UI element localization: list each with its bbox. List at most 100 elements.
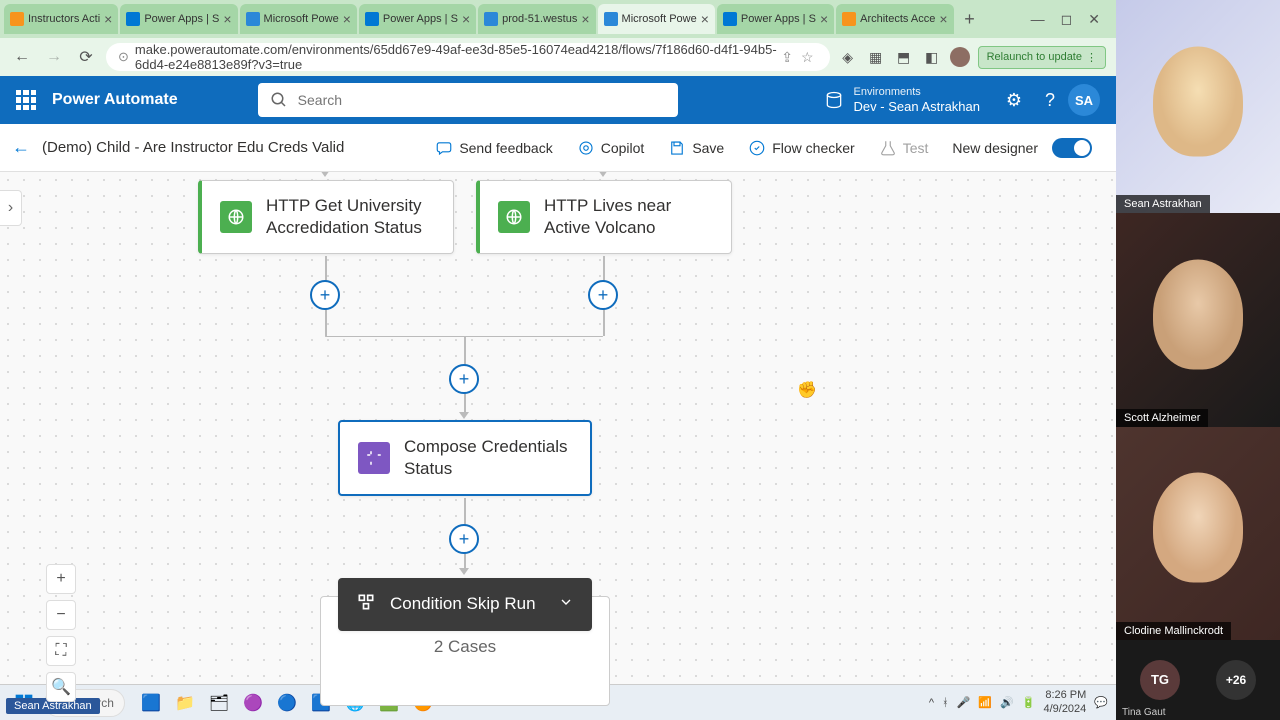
participant-name: Scott Alzheimer	[1116, 409, 1208, 427]
browser-tab[interactable]: Microsoft Powe×	[240, 4, 357, 34]
chevron-down-icon[interactable]	[558, 594, 574, 615]
minimize-icon[interactable]: —	[1031, 11, 1045, 28]
profile-avatar[interactable]	[950, 47, 970, 67]
participant-name: Tina Gaut	[1122, 707, 1166, 718]
close-icon[interactable]: ×	[939, 11, 947, 27]
wifi-icon[interactable]: 📶	[978, 696, 992, 709]
search-icon	[270, 91, 288, 109]
node-label: Condition Skip Run	[390, 593, 536, 615]
extension-icon[interactable]: ◧	[922, 47, 942, 67]
back-button[interactable]: ←	[12, 137, 30, 158]
help-icon[interactable]: ?	[1032, 82, 1068, 118]
compose-icon	[358, 442, 390, 474]
close-icon[interactable]: ×	[701, 11, 709, 27]
taskbar-app-icon[interactable]: 🔵	[273, 689, 301, 717]
flow-node-http[interactable]: HTTP Get University Accredidation Status	[198, 180, 454, 254]
share-icon[interactable]: ⇪	[777, 49, 797, 66]
new-tab-button[interactable]: +	[956, 5, 984, 33]
taskbar-app-icon[interactable]: 📁	[171, 689, 199, 717]
browser-tab-strip: Instructors Acti× Power Apps | S× Micros…	[0, 0, 1116, 38]
back-icon[interactable]: ←	[10, 45, 34, 69]
search-box[interactable]	[258, 83, 678, 117]
video-tile[interactable]: Sean Astrakhan	[1116, 0, 1280, 213]
app-header: Power Automate Environments Dev - Sean A…	[0, 76, 1116, 124]
database-icon	[824, 90, 844, 110]
volume-icon[interactable]: 🔊	[1000, 696, 1014, 709]
add-step-button[interactable]: +	[588, 280, 618, 310]
browser-toolbar: ← → ⟳ ⊙ make.powerautomate.com/environme…	[0, 38, 1116, 76]
environment-picker[interactable]: Environments Dev - Sean Astrakhan	[824, 86, 980, 115]
fit-button[interactable]: ⛶	[46, 636, 76, 666]
extension-icon[interactable]: ▦	[866, 47, 886, 67]
app-launcher-icon[interactable]	[16, 90, 36, 110]
notification-icon[interactable]: 💬	[1094, 696, 1108, 709]
grab-cursor-icon: ✊	[797, 380, 817, 400]
battery-icon[interactable]: 🔋	[1022, 696, 1036, 709]
zoom-in-button[interactable]: +	[46, 564, 76, 594]
browser-tab[interactable]: Architects Acce×	[836, 4, 953, 34]
forward-icon[interactable]: →	[42, 45, 66, 69]
browser-tab[interactable]: Power Apps | S×	[359, 4, 476, 34]
search-canvas-button[interactable]: 🔍	[46, 672, 76, 702]
close-icon[interactable]: ×	[223, 11, 231, 27]
save-button[interactable]: Save	[656, 130, 736, 166]
browser-tab[interactable]: Instructors Acti×	[4, 4, 118, 34]
browser-tab[interactable]: Power Apps | S×	[120, 4, 237, 34]
app-title: Power Automate	[52, 91, 178, 109]
mic-icon[interactable]: 🎤	[957, 696, 971, 709]
add-step-button[interactable]: +	[449, 364, 479, 394]
add-step-button[interactable]: +	[449, 524, 479, 554]
extension-icon[interactable]: ◈	[838, 47, 858, 67]
cases-label: 2 Cases	[434, 637, 496, 656]
url-text: make.powerautomate.com/environments/65dd…	[135, 42, 777, 72]
clock[interactable]: 8:26 PM 4/9/2024	[1043, 689, 1086, 715]
close-icon[interactable]: ×	[104, 11, 112, 27]
relaunch-button[interactable]: Relaunch to update⋮	[978, 46, 1106, 69]
bluetooth-icon[interactable]: ᚼ	[942, 697, 949, 709]
copilot-button[interactable]: Copilot	[565, 130, 657, 166]
close-icon[interactable]: ×	[581, 11, 589, 27]
browser-tab[interactable]: Power Apps | S×	[717, 4, 834, 34]
video-tile[interactable]: Clodine Mallinckrodt	[1116, 427, 1280, 640]
participant-initials[interactable]: TG	[1140, 660, 1180, 700]
expand-panel-button[interactable]: ›	[0, 190, 22, 226]
settings-icon[interactable]: ⚙	[996, 82, 1032, 118]
flow-node-compose[interactable]: Compose Credentials Status	[338, 420, 592, 496]
env-label: Environments	[854, 86, 980, 99]
taskbar-app-icon[interactable]: 🗂	[205, 689, 233, 717]
overflow-count[interactable]: +26	[1216, 660, 1256, 700]
toggle-switch[interactable]	[1052, 138, 1092, 158]
browser-tab[interactable]: prod-51.westus×	[478, 4, 595, 34]
env-name: Dev - Sean Astrakhan	[854, 99, 980, 115]
user-avatar[interactable]: SA	[1068, 84, 1100, 116]
taskbar-app-icon[interactable]: 🟣	[239, 689, 267, 717]
close-icon[interactable]: ×	[820, 11, 828, 27]
address-bar[interactable]: ⊙ make.powerautomate.com/environments/65…	[106, 43, 830, 71]
extension-icon[interactable]: ⬒	[894, 47, 914, 67]
designer-toolbar: ← (Demo) Child - Are Instructor Edu Cred…	[0, 124, 1116, 172]
flow-checker-button[interactable]: Flow checker	[736, 130, 866, 166]
test-button[interactable]: Test	[867, 130, 941, 166]
new-designer-toggle[interactable]: New designer	[940, 130, 1104, 166]
node-label: HTTP Lives near Active Volcano	[544, 195, 713, 239]
reload-icon[interactable]: ⟳	[74, 45, 98, 69]
send-feedback-button[interactable]: Send feedback	[423, 130, 564, 166]
search-input[interactable]	[298, 92, 666, 108]
participant-name: Clodine Mallinckrodt	[1116, 622, 1231, 640]
video-tile[interactable]: Scott Alzheimer	[1116, 213, 1280, 426]
zoom-out-button[interactable]: −	[46, 600, 76, 630]
flow-node-condition[interactable]: Condition Skip Run	[338, 578, 592, 631]
close-icon[interactable]: ×	[343, 11, 351, 27]
taskbar-app-icon[interactable]: 🟦	[137, 689, 165, 717]
flow-node-http[interactable]: HTTP Lives near Active Volcano	[476, 180, 732, 254]
browser-tab-active[interactable]: Microsoft Powe×	[598, 4, 715, 34]
star-icon[interactable]: ☆	[797, 49, 818, 66]
node-label: Compose Credentials Status	[404, 436, 572, 480]
tray-chevron-icon[interactable]: ^	[929, 697, 934, 709]
add-step-button[interactable]: +	[310, 280, 340, 310]
http-icon	[220, 201, 252, 233]
close-icon[interactable]: ×	[462, 11, 470, 27]
flow-canvas[interactable]: › HTTP Get University Accredidation Stat…	[0, 172, 1116, 720]
window-close-icon[interactable]: ✕	[1088, 11, 1100, 28]
maximize-icon[interactable]: ◻	[1061, 11, 1073, 28]
